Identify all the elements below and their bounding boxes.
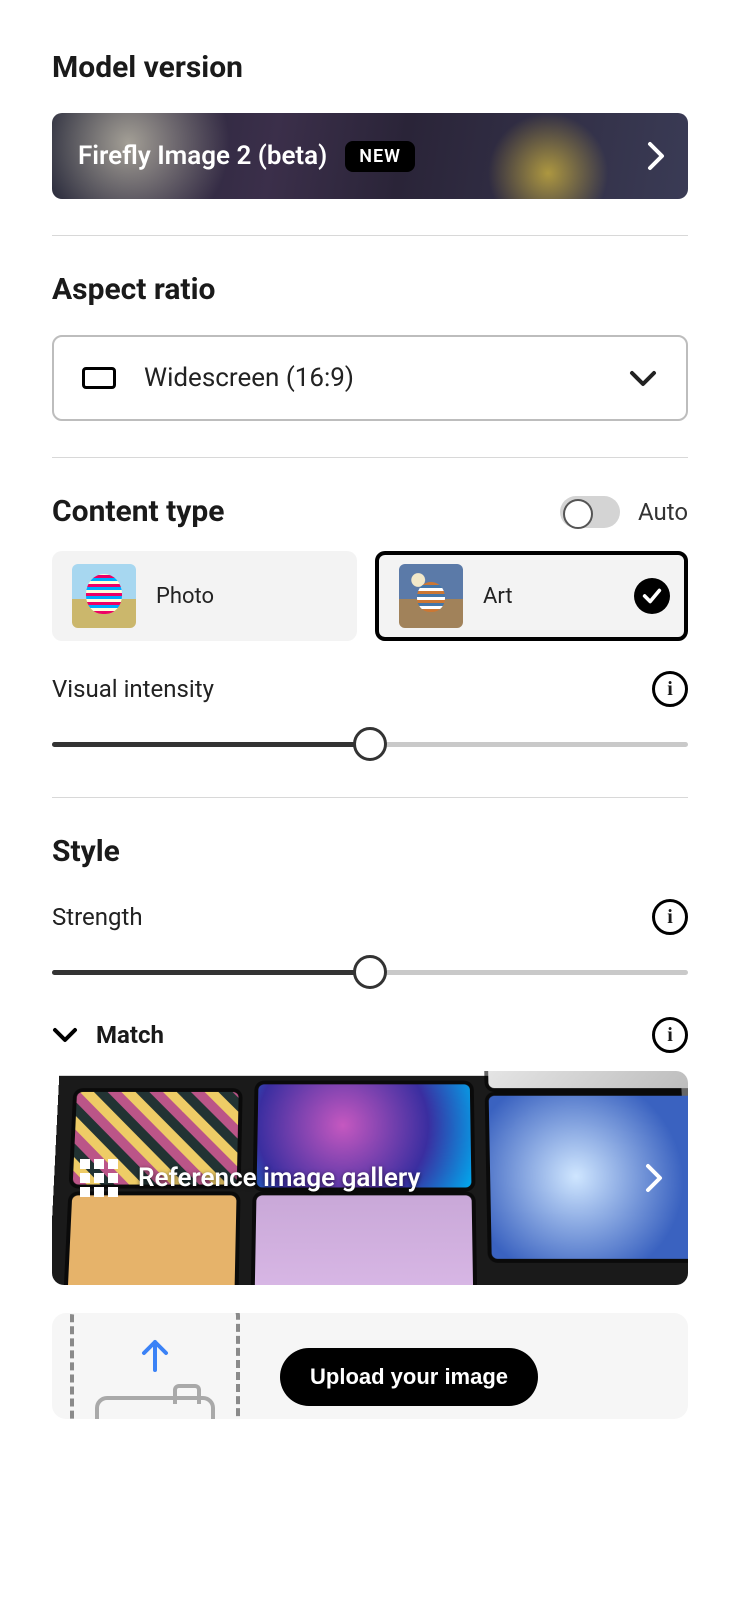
visual-intensity-slider[interactable] bbox=[52, 727, 688, 761]
strength-label: Strength bbox=[52, 903, 143, 931]
upload-arrow-icon bbox=[137, 1336, 173, 1376]
reference-gallery-label: Reference image gallery bbox=[138, 1163, 420, 1193]
image-icon bbox=[95, 1396, 215, 1419]
chevron-down-icon bbox=[52, 1026, 78, 1044]
info-icon[interactable]: i bbox=[652, 1017, 688, 1053]
content-type-art[interactable]: Art bbox=[375, 551, 688, 641]
reference-gallery-button[interactable]: Reference image gallery bbox=[52, 1071, 688, 1285]
style-section: Style Strength i Match i Refe bbox=[52, 834, 688, 1419]
match-collapse-toggle[interactable]: Match bbox=[52, 1021, 164, 1049]
grid-icon bbox=[80, 1159, 118, 1197]
content-type-option-label: Photo bbox=[156, 584, 214, 609]
content-type-heading: Content type bbox=[52, 494, 225, 529]
model-version-section: Model version Firefly Image 2 (beta) NEW bbox=[52, 50, 688, 199]
model-version-heading: Model version bbox=[52, 50, 688, 85]
chevron-down-icon bbox=[628, 368, 658, 388]
upload-drop-zone[interactable] bbox=[70, 1313, 240, 1419]
new-badge: NEW bbox=[345, 141, 415, 172]
upload-button[interactable]: Upload your image bbox=[280, 1348, 538, 1406]
auto-toggle[interactable] bbox=[560, 496, 620, 528]
match-label: Match bbox=[96, 1021, 164, 1049]
aspect-ratio-section: Aspect ratio Widescreen (16:9) bbox=[52, 272, 688, 421]
divider bbox=[52, 457, 688, 458]
strength-slider[interactable] bbox=[52, 955, 688, 989]
auto-label: Auto bbox=[638, 498, 688, 526]
model-version-name: Firefly Image 2 (beta) bbox=[78, 141, 327, 171]
content-type-option-label: Art bbox=[483, 584, 513, 609]
content-type-photo[interactable]: Photo bbox=[52, 551, 357, 641]
check-icon bbox=[634, 578, 670, 614]
aspect-ratio-heading: Aspect ratio bbox=[52, 272, 688, 307]
info-icon[interactable]: i bbox=[652, 899, 688, 935]
model-version-selector[interactable]: Firefly Image 2 (beta) NEW bbox=[52, 113, 688, 199]
divider bbox=[52, 797, 688, 798]
style-heading: Style bbox=[52, 834, 688, 869]
aspect-ratio-dropdown[interactable]: Widescreen (16:9) bbox=[52, 335, 688, 421]
divider bbox=[52, 235, 688, 236]
aspect-ratio-value: Widescreen (16:9) bbox=[144, 363, 354, 393]
chevron-right-icon bbox=[644, 1163, 664, 1193]
chevron-right-icon bbox=[646, 141, 666, 171]
visual-intensity-label: Visual intensity bbox=[52, 675, 214, 703]
info-icon[interactable]: i bbox=[652, 671, 688, 707]
art-thumb-icon bbox=[399, 564, 463, 628]
widescreen-icon bbox=[82, 367, 116, 389]
photo-thumb-icon bbox=[72, 564, 136, 628]
upload-area: Upload your image bbox=[52, 1313, 688, 1419]
content-type-section: Content type Auto Photo Art Visual inten… bbox=[52, 494, 688, 761]
